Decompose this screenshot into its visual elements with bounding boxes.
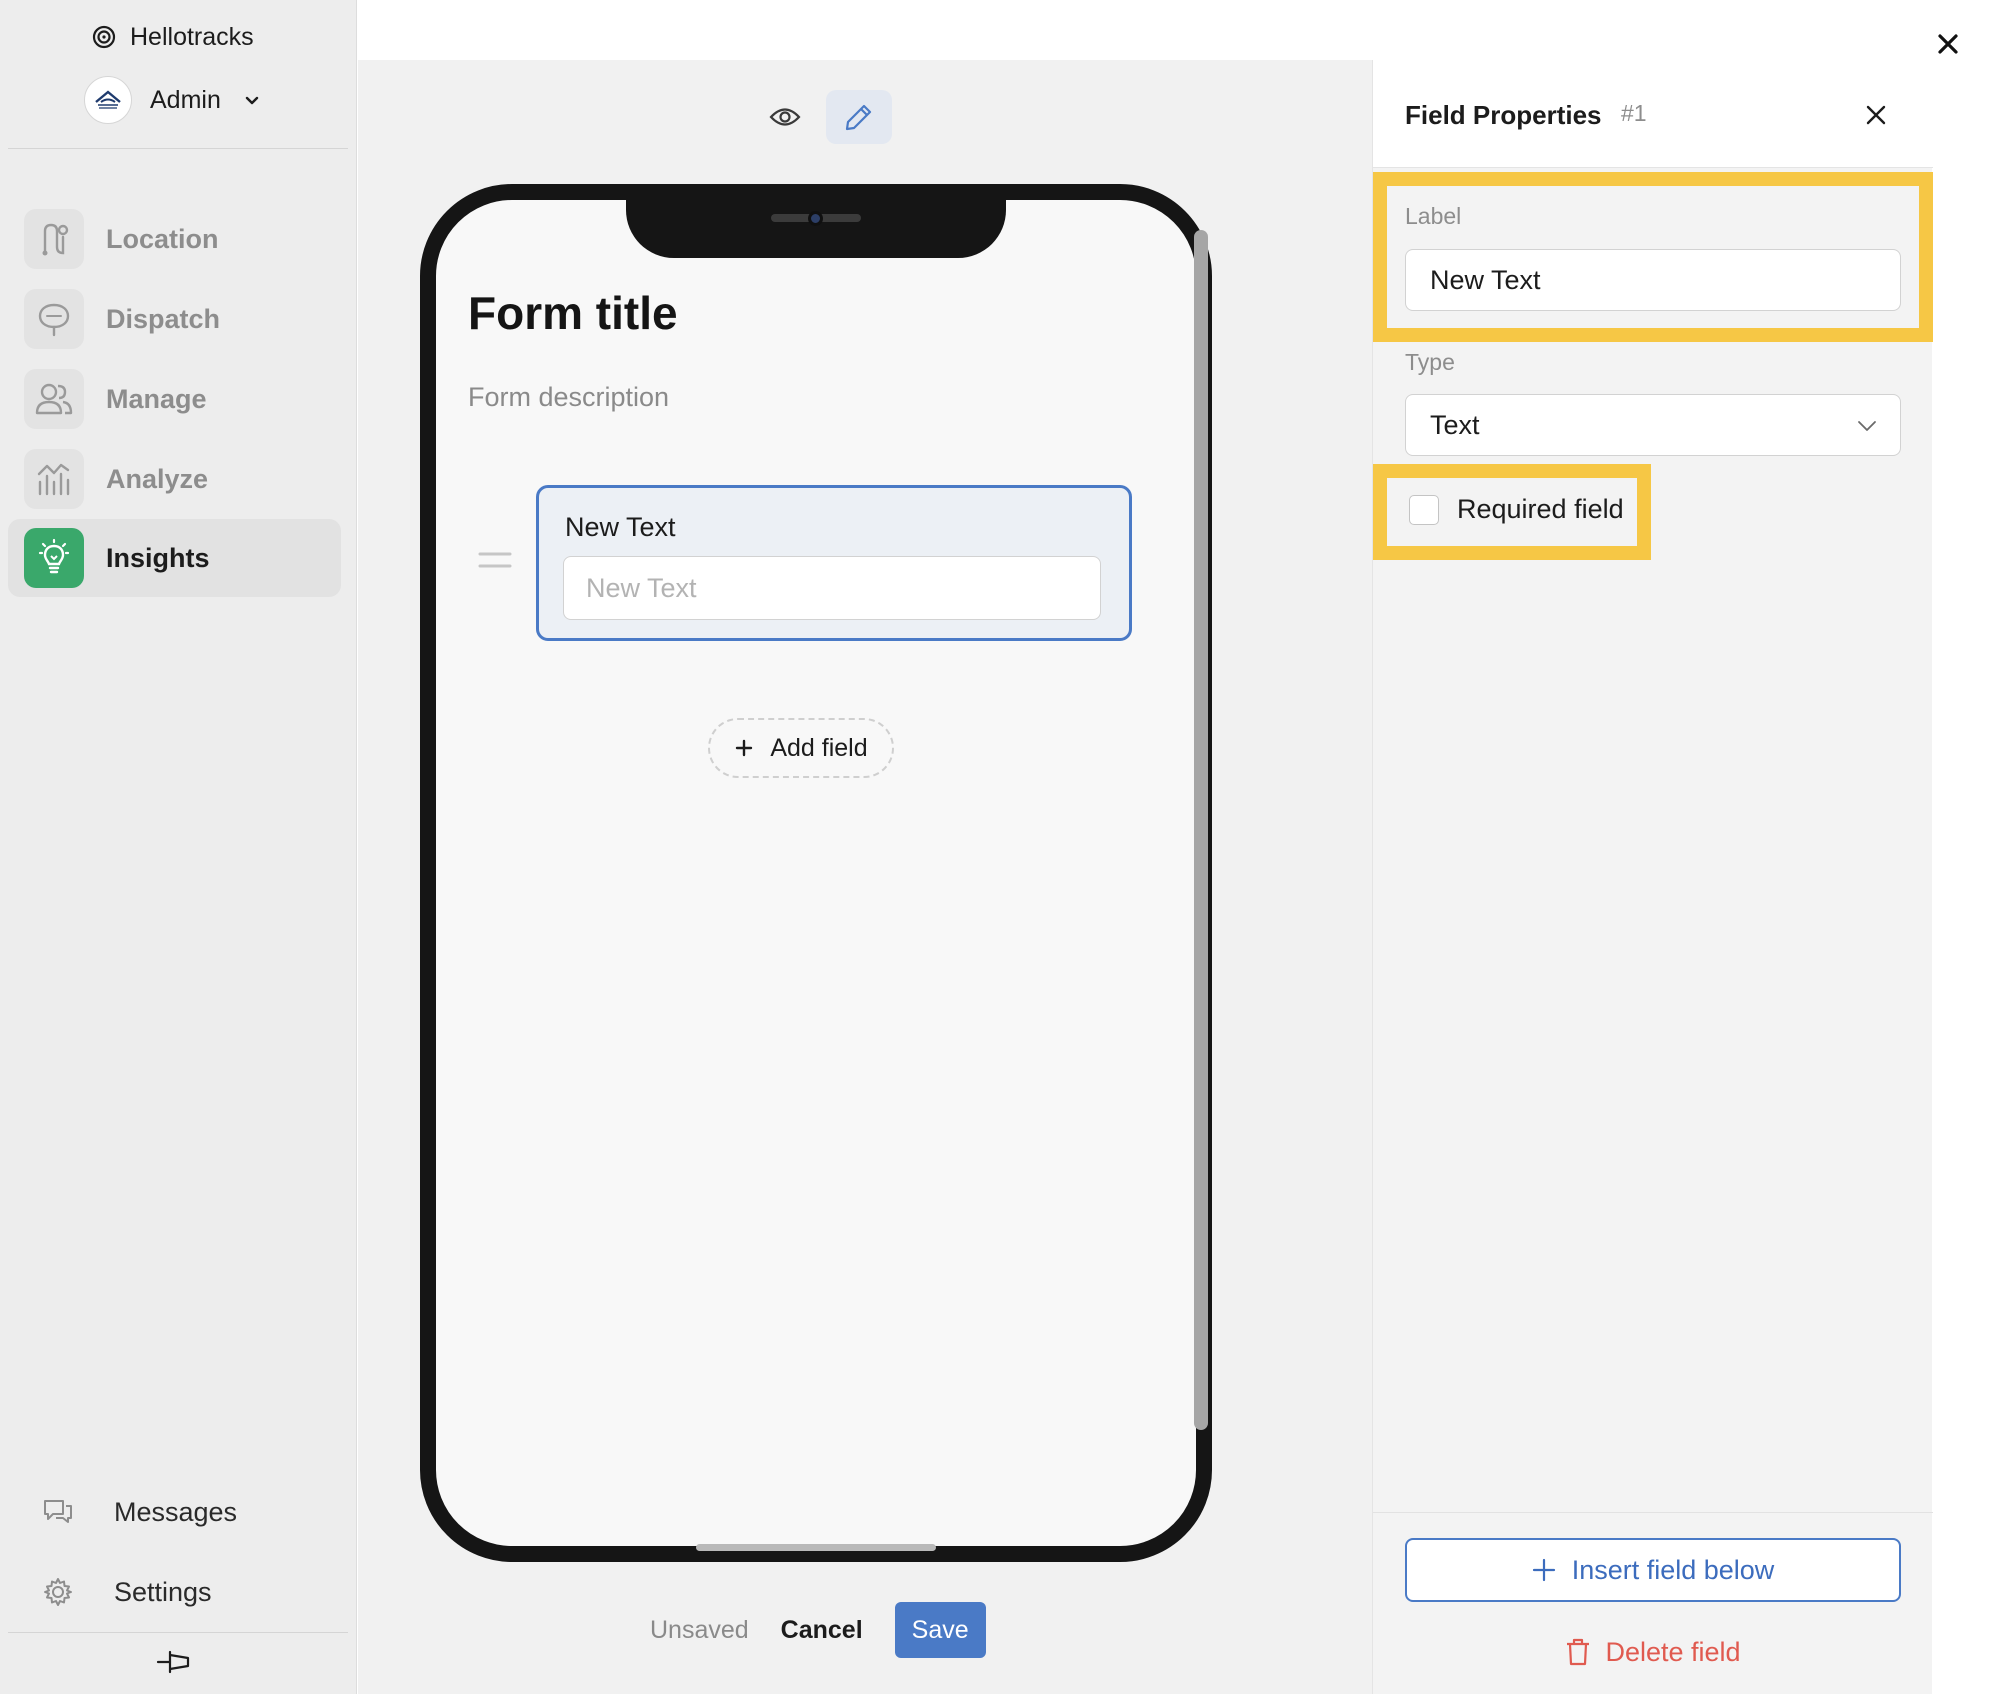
sidebar-divider — [8, 148, 348, 149]
label-caption: Label — [1405, 203, 1462, 229]
add-field-button[interactable]: Add field — [708, 718, 894, 778]
type-select[interactable]: Text — [1405, 394, 1901, 456]
edit-mode-button[interactable] — [826, 90, 892, 144]
chart-icon — [24, 449, 84, 509]
pencil-icon — [845, 104, 872, 131]
sidebar: Hellotracks Admin Location Dispatch Mana… — [0, 0, 357, 1694]
insert-field-label: Insert field below — [1571, 1554, 1775, 1585]
sidebar-item-label: Location — [106, 223, 219, 254]
chevron-down-icon — [245, 96, 259, 105]
form-title[interactable]: Form title — [468, 286, 678, 340]
type-caption: Type — [1405, 349, 1455, 375]
gear-icon — [38, 1572, 78, 1612]
sidebar-item-location[interactable]: Location — [8, 200, 341, 278]
field-number: #1 — [1621, 100, 1647, 126]
target-icon — [92, 25, 116, 49]
panel-header: Field Properties #1 — [1373, 60, 1933, 168]
pin-icon — [156, 1650, 190, 1674]
sidebar-item-label: Settings — [114, 1576, 212, 1607]
plus-icon — [736, 739, 753, 757]
close-icon — [1938, 34, 1958, 54]
pin-sidebar-button[interactable] — [150, 1644, 198, 1680]
phone-camera — [808, 211, 823, 226]
add-field-label: Add field — [770, 733, 868, 762]
insert-field-below-button[interactable]: Insert field below — [1405, 1538, 1901, 1602]
trash-icon — [1567, 1638, 1590, 1666]
brand-name: Hellotracks — [130, 22, 254, 51]
top-bar — [358, 0, 1990, 60]
preview-mode-button[interactable] — [752, 90, 818, 144]
type-value: Text — [1430, 409, 1480, 440]
lightbulb-icon — [24, 528, 84, 588]
panel-title: Field Properties — [1405, 100, 1602, 130]
close-window-button[interactable] — [1934, 30, 1962, 58]
required-checkbox[interactable] — [1409, 494, 1439, 525]
save-status: Unsaved — [650, 1615, 749, 1644]
route-icon — [24, 209, 84, 269]
sidebar-item-label: Dispatch — [106, 303, 221, 334]
eye-icon — [769, 108, 801, 126]
sidebar-item-label: Insights — [106, 542, 210, 573]
delete-field-label: Delete field — [1605, 1636, 1741, 1667]
sidebar-item-settings[interactable]: Settings — [8, 1553, 341, 1631]
mode-toggle — [752, 90, 892, 144]
sidebar-item-label: Analyze — [106, 463, 209, 494]
sidebar-item-insights[interactable]: Insights — [8, 519, 341, 597]
avatar — [84, 76, 132, 124]
account-name: Admin — [150, 85, 221, 114]
sidebar-item-label: Manage — [106, 383, 207, 414]
bayview-logo-icon — [95, 90, 121, 109]
delete-field-button[interactable]: Delete field — [1405, 1630, 1901, 1674]
sidebar-item-label: Messages — [114, 1496, 238, 1527]
editor-footer: Unsaved Cancel Save — [650, 1602, 986, 1658]
phone-notch — [626, 198, 1006, 258]
chevron-down-icon — [1858, 421, 1876, 431]
messages-icon — [38, 1492, 78, 1532]
sidebar-item-dispatch[interactable]: Dispatch — [8, 280, 341, 358]
cancel-button[interactable]: Cancel — [781, 1616, 863, 1645]
panel-footer-divider — [1373, 1512, 1933, 1513]
field-input-preview[interactable]: New Text — [563, 556, 1101, 620]
users-icon — [24, 369, 84, 429]
account-switcher[interactable]: Admin — [84, 75, 261, 125]
save-button[interactable]: Save — [894, 1602, 986, 1658]
plus-icon — [1532, 1558, 1555, 1582]
home-indicator — [696, 1544, 936, 1551]
speech-bubble-icon — [24, 289, 84, 349]
form-field-card[interactable]: New Text New Text — [536, 485, 1132, 641]
sidebar-item-manage[interactable]: Manage — [8, 360, 341, 438]
sidebar-item-analyze[interactable]: Analyze — [8, 440, 341, 518]
phone-scrollbar[interactable] — [1194, 230, 1208, 1430]
brand[interactable]: Hellotracks — [92, 22, 254, 52]
close-icon — [1866, 105, 1886, 125]
close-panel-button[interactable] — [1861, 100, 1891, 130]
required-field-toggle[interactable]: Required field — [1409, 494, 1624, 525]
phone-preview: Form title Form description New Text New… — [420, 184, 1212, 1562]
sidebar-item-messages[interactable]: Messages — [8, 1473, 341, 1551]
field-properties-panel: Field Properties #1 Label New Text Type … — [1372, 60, 1933, 1694]
label-input[interactable]: New Text — [1405, 249, 1901, 311]
sidebar-divider — [8, 1632, 348, 1633]
field-label: New Text — [565, 512, 676, 542]
required-label: Required field — [1457, 494, 1624, 524]
drag-handle-icon[interactable] — [478, 550, 512, 570]
form-description[interactable]: Form description — [468, 382, 669, 413]
